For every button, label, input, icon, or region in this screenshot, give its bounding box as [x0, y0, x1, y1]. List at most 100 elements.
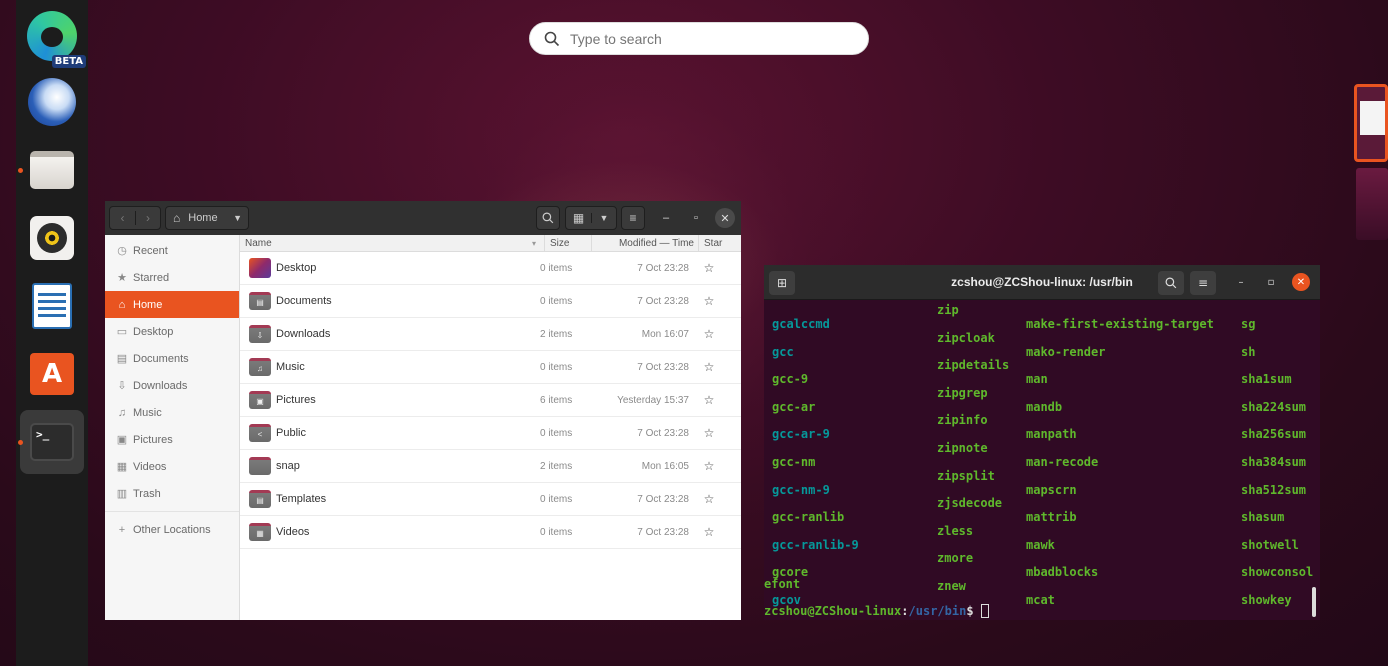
sidebar-item-other-locations[interactable]: + Other Locations — [105, 516, 239, 543]
sidebar-item-recent[interactable]: ◷ Recent — [105, 237, 239, 264]
dock-files[interactable] — [18, 138, 84, 202]
edge-icon — [27, 11, 77, 61]
terminal-entry: zjsdecode — [937, 496, 1003, 511]
file-row-pictures[interactable]: ▣ Pictures 6 items Yesterday 15:37 ☆ — [240, 384, 741, 417]
videos-folder-icon: ▦ — [249, 523, 271, 541]
search-bar[interactable] — [529, 22, 869, 55]
new-tab-button[interactable]: ⊞ — [769, 271, 795, 295]
sidebar-item-label: Home — [133, 298, 163, 311]
location-button[interactable]: ⌂ Home ▼ — [165, 206, 249, 230]
terminal-search-button[interactable] — [1158, 271, 1184, 295]
minimize-icon: – — [1238, 276, 1244, 288]
terminal-entry: mandb — [1026, 399, 1063, 414]
sidebar-item-downloads[interactable]: ⇩ Downloads — [105, 372, 239, 399]
sidebar-item-documents[interactable]: ▤ Documents — [105, 345, 239, 372]
terminal-maximize-button[interactable]: ▫ — [1262, 273, 1280, 291]
star-toggle-icon[interactable]: ☆ — [694, 426, 724, 440]
terminal-close-button[interactable]: ✕ — [1292, 273, 1310, 291]
menu-button[interactable]: ≡ — [621, 206, 645, 230]
column-star[interactable]: Star — [699, 235, 739, 251]
terminal-prompt[interactable]: zcshou@ZCShou-linux:/usr/bin$ — [764, 604, 989, 618]
column-modified[interactable]: Modified — Time — [592, 235, 699, 251]
terminal-entry: mapscrn — [1026, 482, 1077, 497]
column-size[interactable]: Size — [545, 235, 592, 251]
search-input[interactable] — [570, 30, 850, 47]
star-toggle-icon[interactable]: ☆ — [694, 459, 724, 473]
star-toggle-icon[interactable]: ☆ — [694, 360, 724, 374]
file-row-videos[interactable]: ▦ Videos 0 items 7 Oct 23:28 ☆ — [240, 516, 741, 549]
sidebar-item-label: Recent — [133, 244, 168, 257]
video-icon: ▦ — [116, 461, 128, 473]
sidebar-item-label: Music — [133, 406, 162, 419]
terminal-output[interactable]: gcalccmd gcc gcc-9 gcc-ar gcc-ar-9 gcc-nm gcc-… — [764, 300, 1320, 620]
terminal-entry: zip — [937, 303, 959, 317]
view-toggle-button[interactable]: ▦ ▼ — [565, 206, 617, 230]
terminal-cursor — [980, 604, 989, 618]
terminal-entry: mcat — [1026, 593, 1055, 607]
sidebar-item-music[interactable]: ♫ Music — [105, 399, 239, 426]
file-size: 0 items — [540, 427, 573, 439]
running-indicator — [18, 440, 23, 445]
terminal-entry: znew — [937, 579, 966, 593]
sort-chevron-icon: ▾ — [531, 238, 536, 248]
terminal-minimize-button[interactable]: – — [1232, 273, 1250, 291]
files-window[interactable]: ‹ › ⌂ Home ▼ ▦ ▼ ≡ – ▫ ✕ ◷ Recent ★ Star… — [105, 201, 741, 620]
search-icon — [544, 31, 560, 46]
search-button[interactable] — [536, 206, 560, 230]
terminal-entry: zipdetails — [937, 358, 1010, 373]
back-icon[interactable]: ‹ — [110, 211, 135, 225]
workspace-thumbnail-current[interactable] — [1354, 84, 1388, 162]
terminal-window[interactable]: ⊞ zcshou@ZCShou-linux: /usr/bin ≡ – ▫ ✕ … — [764, 265, 1320, 620]
file-row-desktop[interactable]: Desktop 0 items 7 Oct 23:28 ☆ — [240, 252, 741, 285]
file-row-downloads[interactable]: ⇩ Downloads 2 items Mon 16:07 ☆ — [240, 318, 741, 351]
star-toggle-icon[interactable]: ☆ — [694, 294, 724, 308]
running-indicator — [18, 168, 23, 173]
column-name[interactable]: Name ▾ — [240, 235, 545, 251]
terminal-entry: mattrib — [1026, 510, 1077, 525]
sidebar-item-starred[interactable]: ★ Starred — [105, 264, 239, 291]
terminal-entry: showconsol — [1241, 565, 1314, 580]
star-toggle-icon[interactable]: ☆ — [694, 525, 724, 539]
workspace-thumbnail-next[interactable] — [1356, 168, 1388, 240]
file-row-snap[interactable]: snap 2 items Mon 16:05 ☆ — [240, 450, 741, 483]
close-button[interactable]: ✕ — [715, 208, 735, 228]
file-name: Videos — [276, 526, 310, 538]
file-row-public[interactable]: < Public 0 items 7 Oct 23:28 ☆ — [240, 417, 741, 450]
dock-rhythmbox[interactable] — [20, 206, 84, 270]
file-row-music[interactable]: ♫ Music 0 items 7 Oct 23:28 ☆ — [240, 351, 741, 384]
star-toggle-icon[interactable]: ☆ — [694, 393, 724, 407]
file-row-documents[interactable]: ▤ Documents 0 items 7 Oct 23:28 ☆ — [240, 285, 741, 318]
sidebar-item-desktop[interactable]: ▭ Desktop — [105, 318, 239, 345]
file-size: 0 items — [540, 493, 573, 505]
terminal-entry: mbadblocks — [1026, 565, 1099, 580]
terminal-entry: sh — [1241, 344, 1256, 359]
minimize-button[interactable]: – — [656, 208, 676, 228]
sidebar-item-trash[interactable]: ▥ Trash — [105, 480, 239, 507]
star-toggle-icon[interactable]: ☆ — [694, 261, 724, 275]
terminal-entry: zipsplit — [937, 468, 995, 483]
software-store-icon: A — [30, 353, 74, 395]
dock-software[interactable]: A — [20, 342, 84, 406]
dock-terminal[interactable]: >_ — [18, 410, 84, 474]
dock-thunderbird[interactable] — [20, 70, 84, 134]
terminal-scrollbar[interactable] — [1312, 587, 1316, 617]
file-row-templates[interactable]: ▤ Templates 0 items 7 Oct 23:28 ☆ — [240, 483, 741, 516]
forward-icon[interactable]: › — [135, 211, 160, 225]
dock-edge-beta[interactable]: BETA — [20, 4, 86, 68]
terminal-entry: showkey — [1241, 593, 1292, 607]
picture-icon: ▣ — [116, 434, 128, 446]
file-name: Pictures — [276, 394, 316, 406]
dock-writer[interactable] — [20, 274, 84, 338]
sidebar-item-label: Desktop — [133, 325, 174, 338]
sidebar-item-label: Other Locations — [133, 523, 211, 536]
sidebar-item-home[interactable]: ⌂ Home — [105, 291, 239, 318]
star-toggle-icon[interactable]: ☆ — [694, 327, 724, 341]
sidebar-item-videos[interactable]: ▦ Videos — [105, 453, 239, 480]
terminal-entry: shotwell — [1241, 537, 1299, 552]
star-toggle-icon[interactable]: ☆ — [694, 492, 724, 506]
desktop-folder-icon — [249, 258, 271, 278]
maximize-button[interactable]: ▫ — [686, 208, 706, 228]
terminal-menu-button[interactable]: ≡ — [1190, 271, 1216, 295]
sidebar-item-pictures[interactable]: ▣ Pictures — [105, 426, 239, 453]
downloads-folder-icon: ⇩ — [249, 325, 271, 343]
